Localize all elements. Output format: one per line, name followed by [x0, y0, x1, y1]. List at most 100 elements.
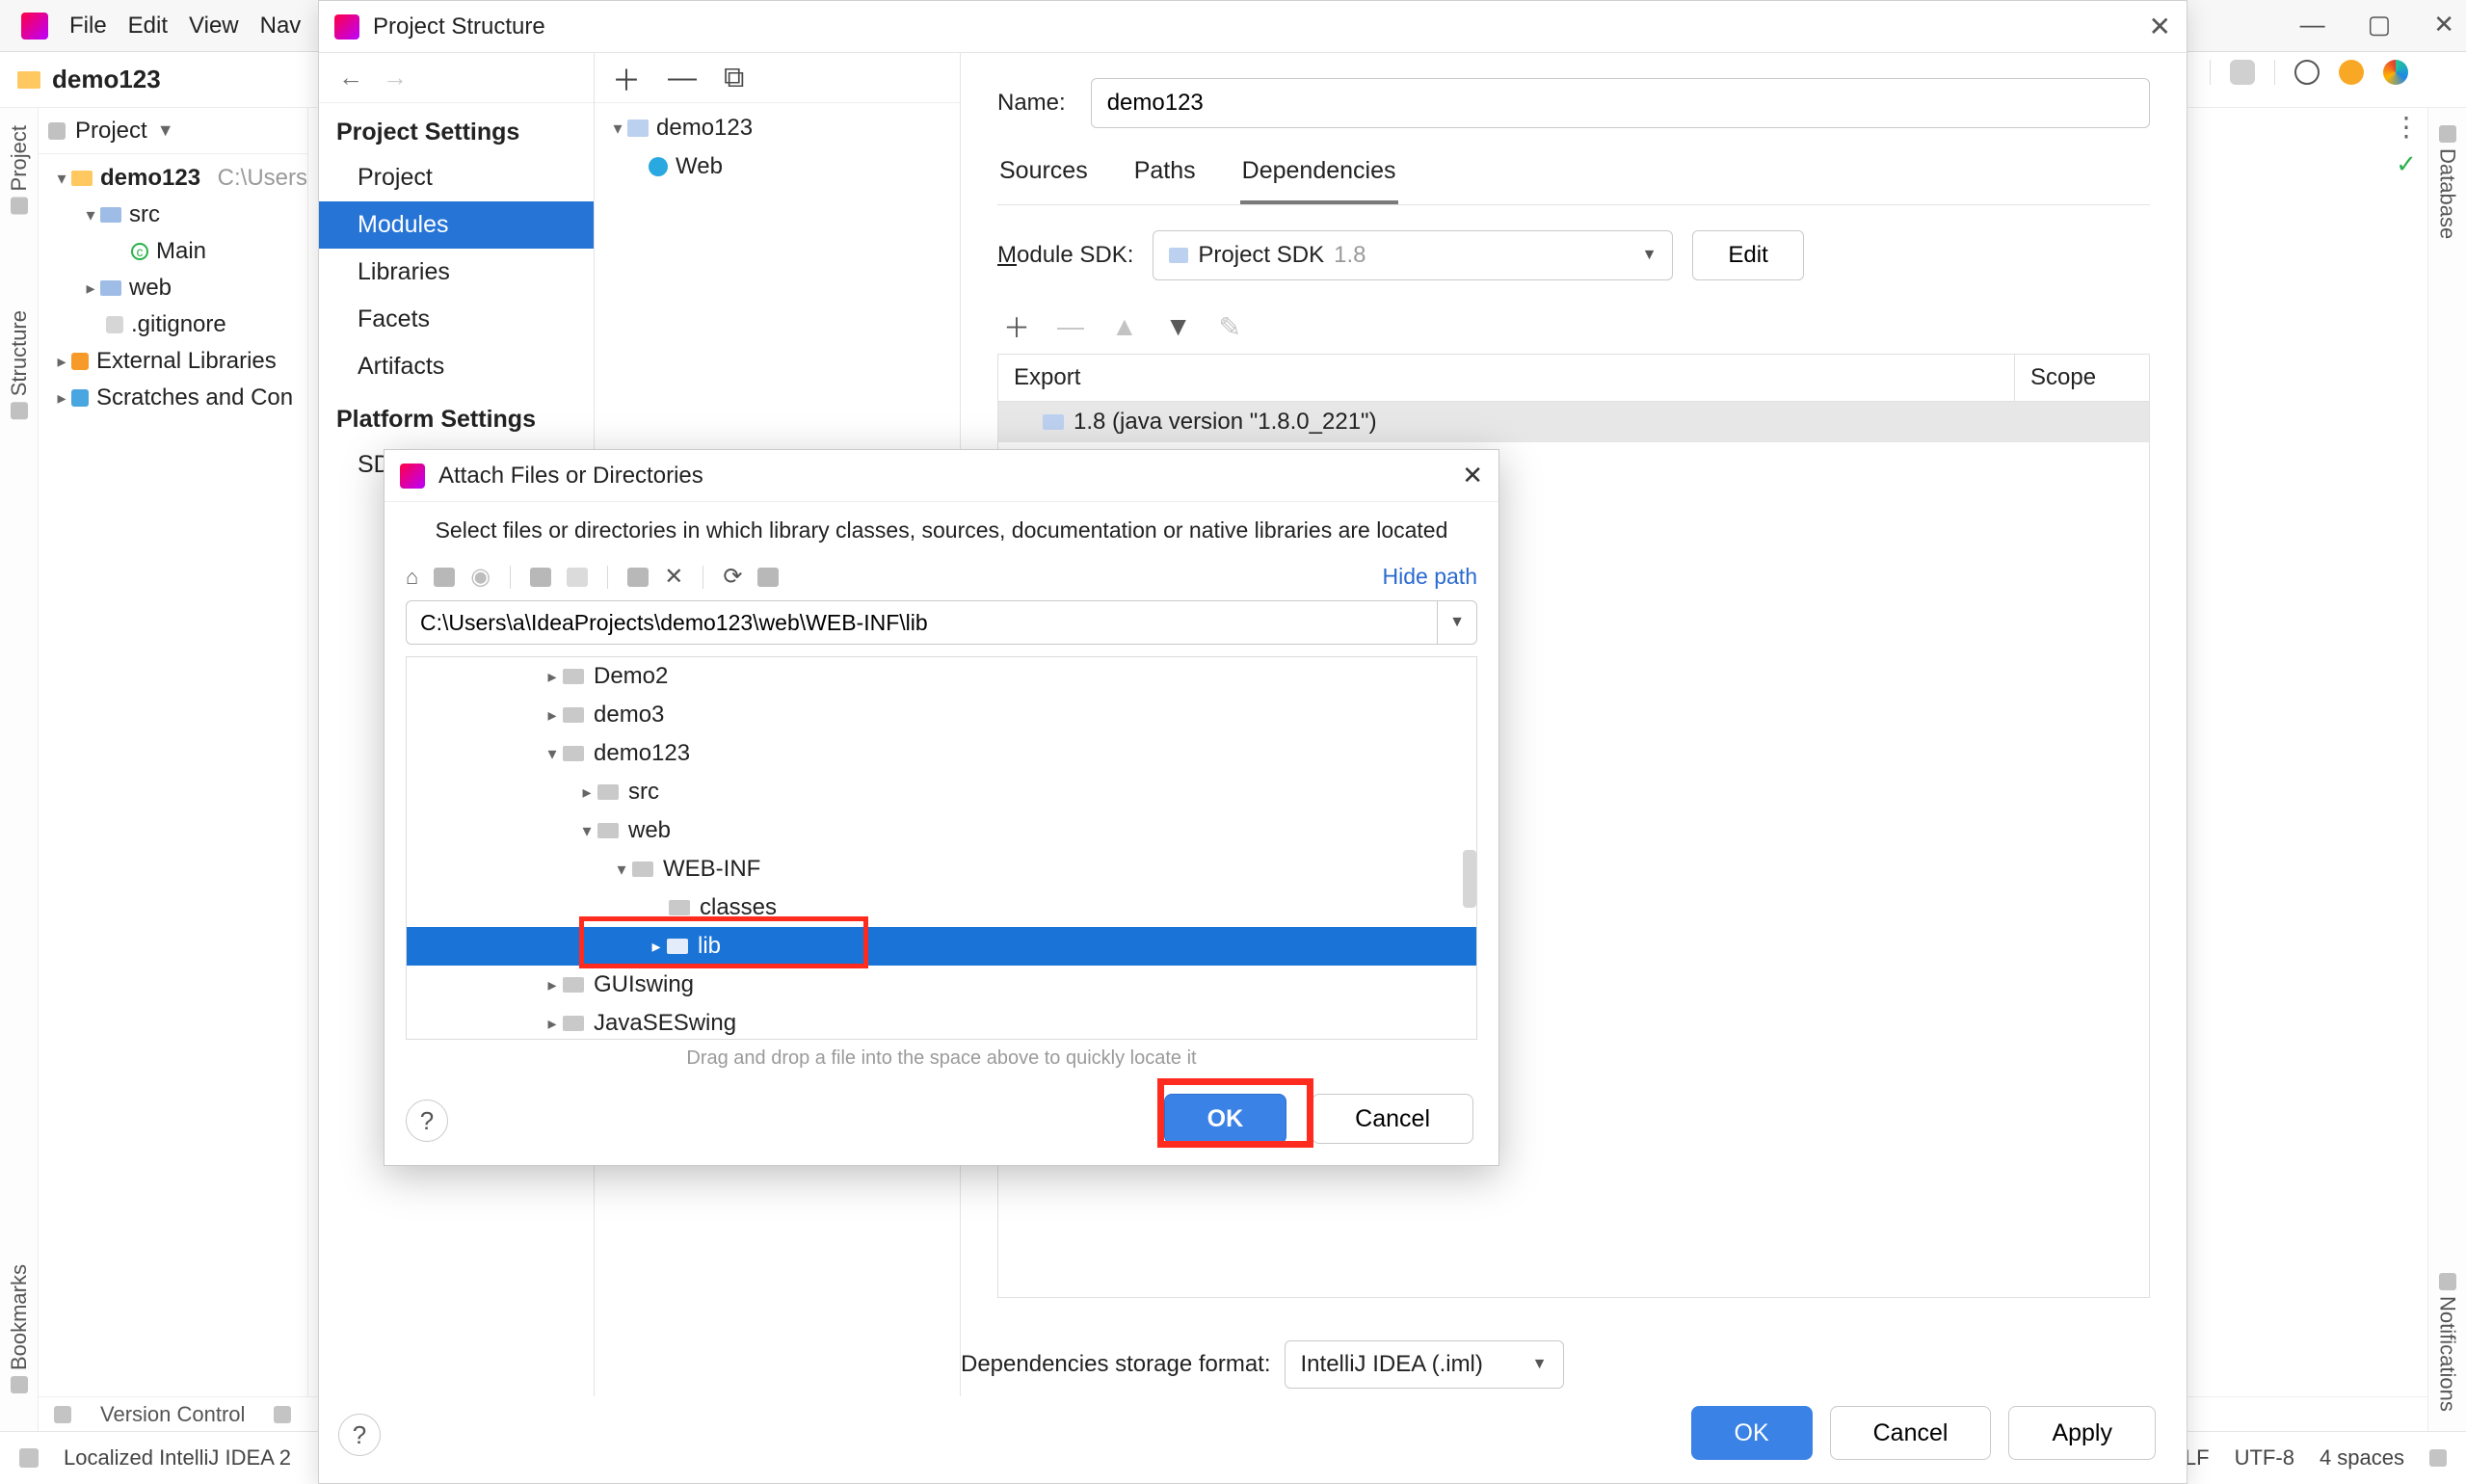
new-folder-icon[interactable]: [530, 568, 551, 587]
module-sdk-label: Module SDK:: [997, 242, 1133, 269]
tab-paths[interactable]: Paths: [1132, 147, 1198, 204]
dep-add-icon[interactable]: ＋: [1003, 307, 1030, 346]
folder-icon: [563, 746, 584, 761]
menu-navigate[interactable]: Nav: [260, 13, 302, 40]
close-icon[interactable]: ✕: [2149, 11, 2171, 42]
project-tree[interactable]: ▾demo123C:\Users ▾src cMain ▸web .gitign…: [39, 154, 307, 422]
maximize-button[interactable]: ▢: [2368, 10, 2392, 40]
facet-row[interactable]: Web: [595, 147, 960, 186]
todo-icon: [274, 1406, 291, 1423]
status-indent[interactable]: 4 spaces: [2320, 1445, 2404, 1471]
ps-nav-project[interactable]: Project: [319, 154, 594, 201]
project-icon: [11, 197, 28, 214]
ok-button[interactable]: OK: [1164, 1094, 1287, 1144]
code-with-me-icon[interactable]: [2383, 60, 2408, 85]
bookmarks-tool-tab[interactable]: Bookmarks: [0, 1232, 39, 1425]
status-encoding[interactable]: UTF-8: [2235, 1445, 2294, 1471]
ps-nav-modules[interactable]: Modules: [319, 201, 594, 249]
ps-nav-artifacts[interactable]: Artifacts: [319, 343, 594, 390]
ide-updates-icon[interactable]: [2339, 60, 2364, 85]
ok-button[interactable]: OK: [1691, 1406, 1813, 1460]
separator: [2210, 60, 2211, 85]
project-tool-tab[interactable]: Project: [7, 125, 32, 214]
module-row[interactable]: ▾demo123: [595, 109, 960, 147]
web-icon: [649, 157, 668, 176]
apply-button[interactable]: Apply: [2008, 1406, 2156, 1460]
help-button[interactable]: ?: [338, 1414, 381, 1456]
status-lf[interactable]: LF: [2185, 1445, 2210, 1471]
add-icon[interactable]: ＋: [612, 57, 641, 99]
project-dropdown[interactable]: Project: [75, 118, 147, 145]
col-scope[interactable]: Scope: [2014, 355, 2149, 401]
dialog-description: Select files or directories in which lib…: [384, 502, 1498, 557]
close-button[interactable]: ✕: [2433, 10, 2454, 40]
ps-nav-libraries[interactable]: Libraries: [319, 249, 594, 296]
module-sdk-combo[interactable]: Project SDK 1.8 ▼: [1153, 230, 1673, 280]
scratches-icon: [71, 389, 89, 407]
expand-icon[interactable]: [757, 568, 779, 587]
hide-path-link[interactable]: Hide path: [1383, 564, 1477, 590]
dep-remove-icon: —: [1057, 311, 1084, 342]
desktop-icon[interactable]: [434, 568, 455, 587]
folder-icon: [563, 707, 584, 723]
ide-icon: [21, 13, 48, 40]
path-history-button[interactable]: ▼: [1437, 600, 1477, 645]
stop-icon[interactable]: [2230, 60, 2255, 85]
window-controls: — ▢ ✕: [2300, 10, 2454, 40]
cancel-button[interactable]: Cancel: [1830, 1406, 1992, 1460]
close-icon[interactable]: ✕: [1462, 461, 1483, 490]
remove-icon[interactable]: —: [668, 62, 697, 94]
tab-dependencies[interactable]: Dependencies: [1240, 147, 1398, 204]
drag-drop-hint: Drag and drop a file into the space abov…: [384, 1040, 1498, 1073]
folder-icon: [563, 977, 584, 993]
library-icon: [71, 353, 89, 370]
module-name-input[interactable]: [1091, 78, 2150, 128]
ide-icon: [334, 14, 359, 40]
notifications-tool-tab[interactable]: Notifications: [2435, 1273, 2460, 1412]
menu-file[interactable]: File: [69, 13, 107, 40]
menu-view[interactable]: View: [189, 13, 239, 40]
ps-section-platform-settings: Platform Settings: [319, 390, 594, 441]
dep-down-icon[interactable]: ▼: [1165, 311, 1192, 342]
database-tool-tab[interactable]: Database: [2435, 125, 2460, 239]
col-export[interactable]: Export: [998, 355, 2014, 401]
file-tree[interactable]: ▸Demo2 ▸demo3 ▾demo123 ▸src ▾web ▾WEB-IN…: [406, 656, 1477, 1040]
project-tool-header: Project ▼: [39, 108, 307, 154]
dialog-title: Attach Files or Directories: [438, 463, 703, 490]
home-icon[interactable]: ⌂: [406, 565, 418, 590]
tree-row-lib[interactable]: ▸lib: [407, 927, 1476, 966]
project-tool-window: Project ▼ ▾demo123C:\Users ▾src cMain ▸w…: [39, 108, 308, 1396]
tab-sources[interactable]: Sources: [997, 147, 1090, 204]
structure-tool-tab[interactable]: Structure: [7, 310, 32, 419]
refresh-icon[interactable]: ⟳: [723, 563, 742, 591]
minimize-button[interactable]: —: [2300, 10, 2325, 40]
help-button[interactable]: ?: [406, 1100, 448, 1142]
ps-nav-facets[interactable]: Facets: [319, 296, 594, 343]
storage-format-row: Dependencies storage format: IntelliJ ID…: [961, 1340, 1564, 1389]
copy-icon[interactable]: ⧉: [724, 62, 744, 94]
file-icon: [106, 316, 123, 333]
storage-format-combo[interactable]: IntelliJ IDEA (.iml)▼: [1285, 1340, 1564, 1389]
kebab-icon[interactable]: ⋮: [2393, 119, 2420, 136]
bell-icon: [2439, 1273, 2456, 1290]
tool-windows-icon[interactable]: [19, 1448, 39, 1468]
lock-icon[interactable]: [2429, 1449, 2447, 1467]
path-input[interactable]: [406, 600, 1437, 645]
search-icon[interactable]: [2294, 60, 2320, 85]
show-hidden-icon[interactable]: [627, 568, 649, 587]
dep-row[interactable]: 1.8 (java version "1.8.0_221"): [998, 402, 2149, 442]
folder-icon: [632, 861, 653, 877]
nav-forward-icon: →: [383, 63, 408, 93]
edit-sdk-button[interactable]: Edit: [1692, 230, 1803, 280]
project-dir-icon[interactable]: ◉: [470, 563, 491, 591]
scrollbar[interactable]: [1463, 850, 1476, 908]
menu-edit[interactable]: Edit: [128, 13, 168, 40]
cancel-button[interactable]: Cancel: [1312, 1094, 1473, 1144]
version-control-tab[interactable]: Version Control: [100, 1402, 245, 1427]
delete-icon[interactable]: ✕: [664, 563, 683, 591]
nav-back-icon[interactable]: ←: [338, 63, 363, 93]
breadcrumb-project[interactable]: demo123: [52, 65, 161, 94]
jdk-icon: [1043, 414, 1064, 430]
chevron-down-icon[interactable]: ▼: [157, 120, 174, 141]
ps-tabs: Sources Paths Dependencies: [997, 147, 2150, 205]
